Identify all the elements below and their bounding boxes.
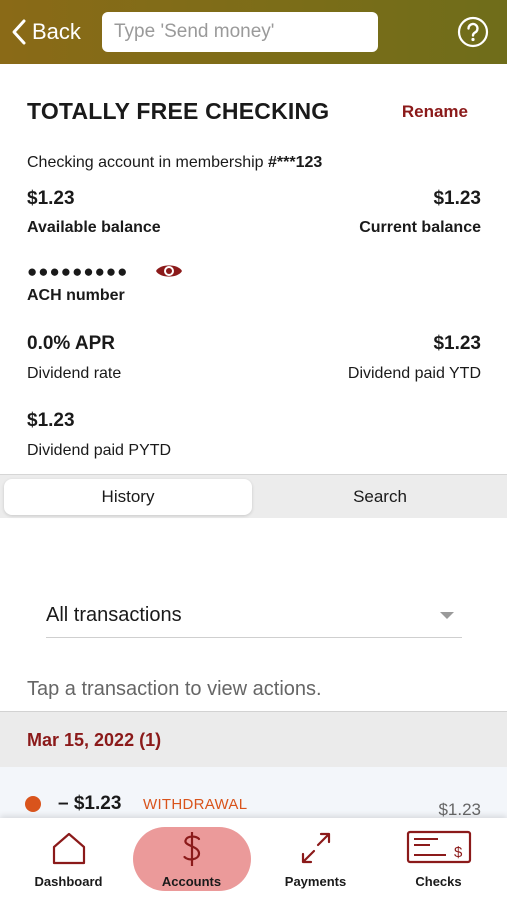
- nav-checks-label: Checks: [415, 874, 462, 889]
- dollar-icon: [182, 832, 200, 866]
- current-balance-label: Current balance: [359, 219, 481, 236]
- membership-line: Checking account in membership #***123: [27, 154, 322, 172]
- nav-dashboard[interactable]: Dashboard: [5, 818, 132, 900]
- svg-text:$: $: [454, 844, 463, 861]
- nav-payments[interactable]: Payments: [252, 818, 379, 900]
- transfer-arrows-icon: [301, 832, 330, 864]
- eye-icon[interactable]: [155, 262, 183, 280]
- tab-search[interactable]: Search: [256, 479, 504, 515]
- date-group-label: Mar 15, 2022 (1): [27, 730, 162, 750]
- transaction-balance: $1.23: [438, 800, 481, 819]
- ach-number-masked: ●●●●●●●●●: [27, 262, 129, 281]
- top-bar: Back: [0, 0, 507, 64]
- transaction-type: WITHDRAWAL: [143, 796, 248, 813]
- rename-link[interactable]: Rename: [402, 102, 468, 122]
- help-icon[interactable]: [457, 16, 489, 48]
- instruction-text: Tap a transaction to view actions.: [27, 678, 322, 700]
- history-search-segmented-control: History Search: [0, 474, 507, 518]
- transaction-filter-select[interactable]: All transactions: [46, 596, 462, 638]
- back-label: Back: [32, 19, 81, 44]
- bottom-navigation: Dashboard Accounts Payments $ Checks: [0, 818, 507, 900]
- chevron-left-icon: [12, 19, 26, 45]
- filter-selected-value: All transactions: [46, 604, 182, 626]
- ach-label: ACH number: [27, 287, 125, 304]
- membership-number: #***123: [268, 154, 323, 171]
- current-balance-value: $1.23: [433, 188, 481, 209]
- chevron-down-icon: [440, 612, 454, 619]
- nav-dashboard-label: Dashboard: [34, 874, 103, 889]
- dividend-rate-value: 0.0% APR: [27, 333, 115, 354]
- available-balance-value: $1.23: [27, 188, 75, 209]
- dividend-ytd-label: Dividend paid YTD: [347, 365, 481, 382]
- dividend-rate-label: Dividend rate: [27, 365, 122, 382]
- tab-history[interactable]: History: [4, 479, 252, 515]
- account-title: TOTALLY FREE CHECKING: [27, 98, 330, 124]
- dividend-pytd-value: $1.23: [27, 410, 75, 431]
- status-dot-icon: [25, 796, 41, 812]
- nav-checks[interactable]: $ Checks: [375, 818, 502, 900]
- nav-accounts[interactable]: Accounts: [128, 818, 255, 900]
- dividend-ytd-value: $1.23: [433, 333, 481, 354]
- transaction-amount: – $1.23: [58, 793, 122, 814]
- membership-prefix: Checking account in membership: [27, 154, 269, 171]
- date-group-header: Mar 15, 2022 (1): [0, 711, 507, 767]
- back-button[interactable]: Back: [10, 14, 81, 50]
- search-input[interactable]: [114, 21, 378, 43]
- nav-payments-label: Payments: [284, 874, 347, 889]
- dividend-pytd-label: Dividend paid PYTD: [27, 442, 172, 459]
- search-field[interactable]: [102, 12, 378, 52]
- nav-accounts-label: Accounts: [161, 874, 222, 889]
- home-icon: [52, 832, 85, 865]
- available-balance-label: Available balance: [27, 219, 161, 236]
- check-icon: $: [406, 830, 471, 864]
